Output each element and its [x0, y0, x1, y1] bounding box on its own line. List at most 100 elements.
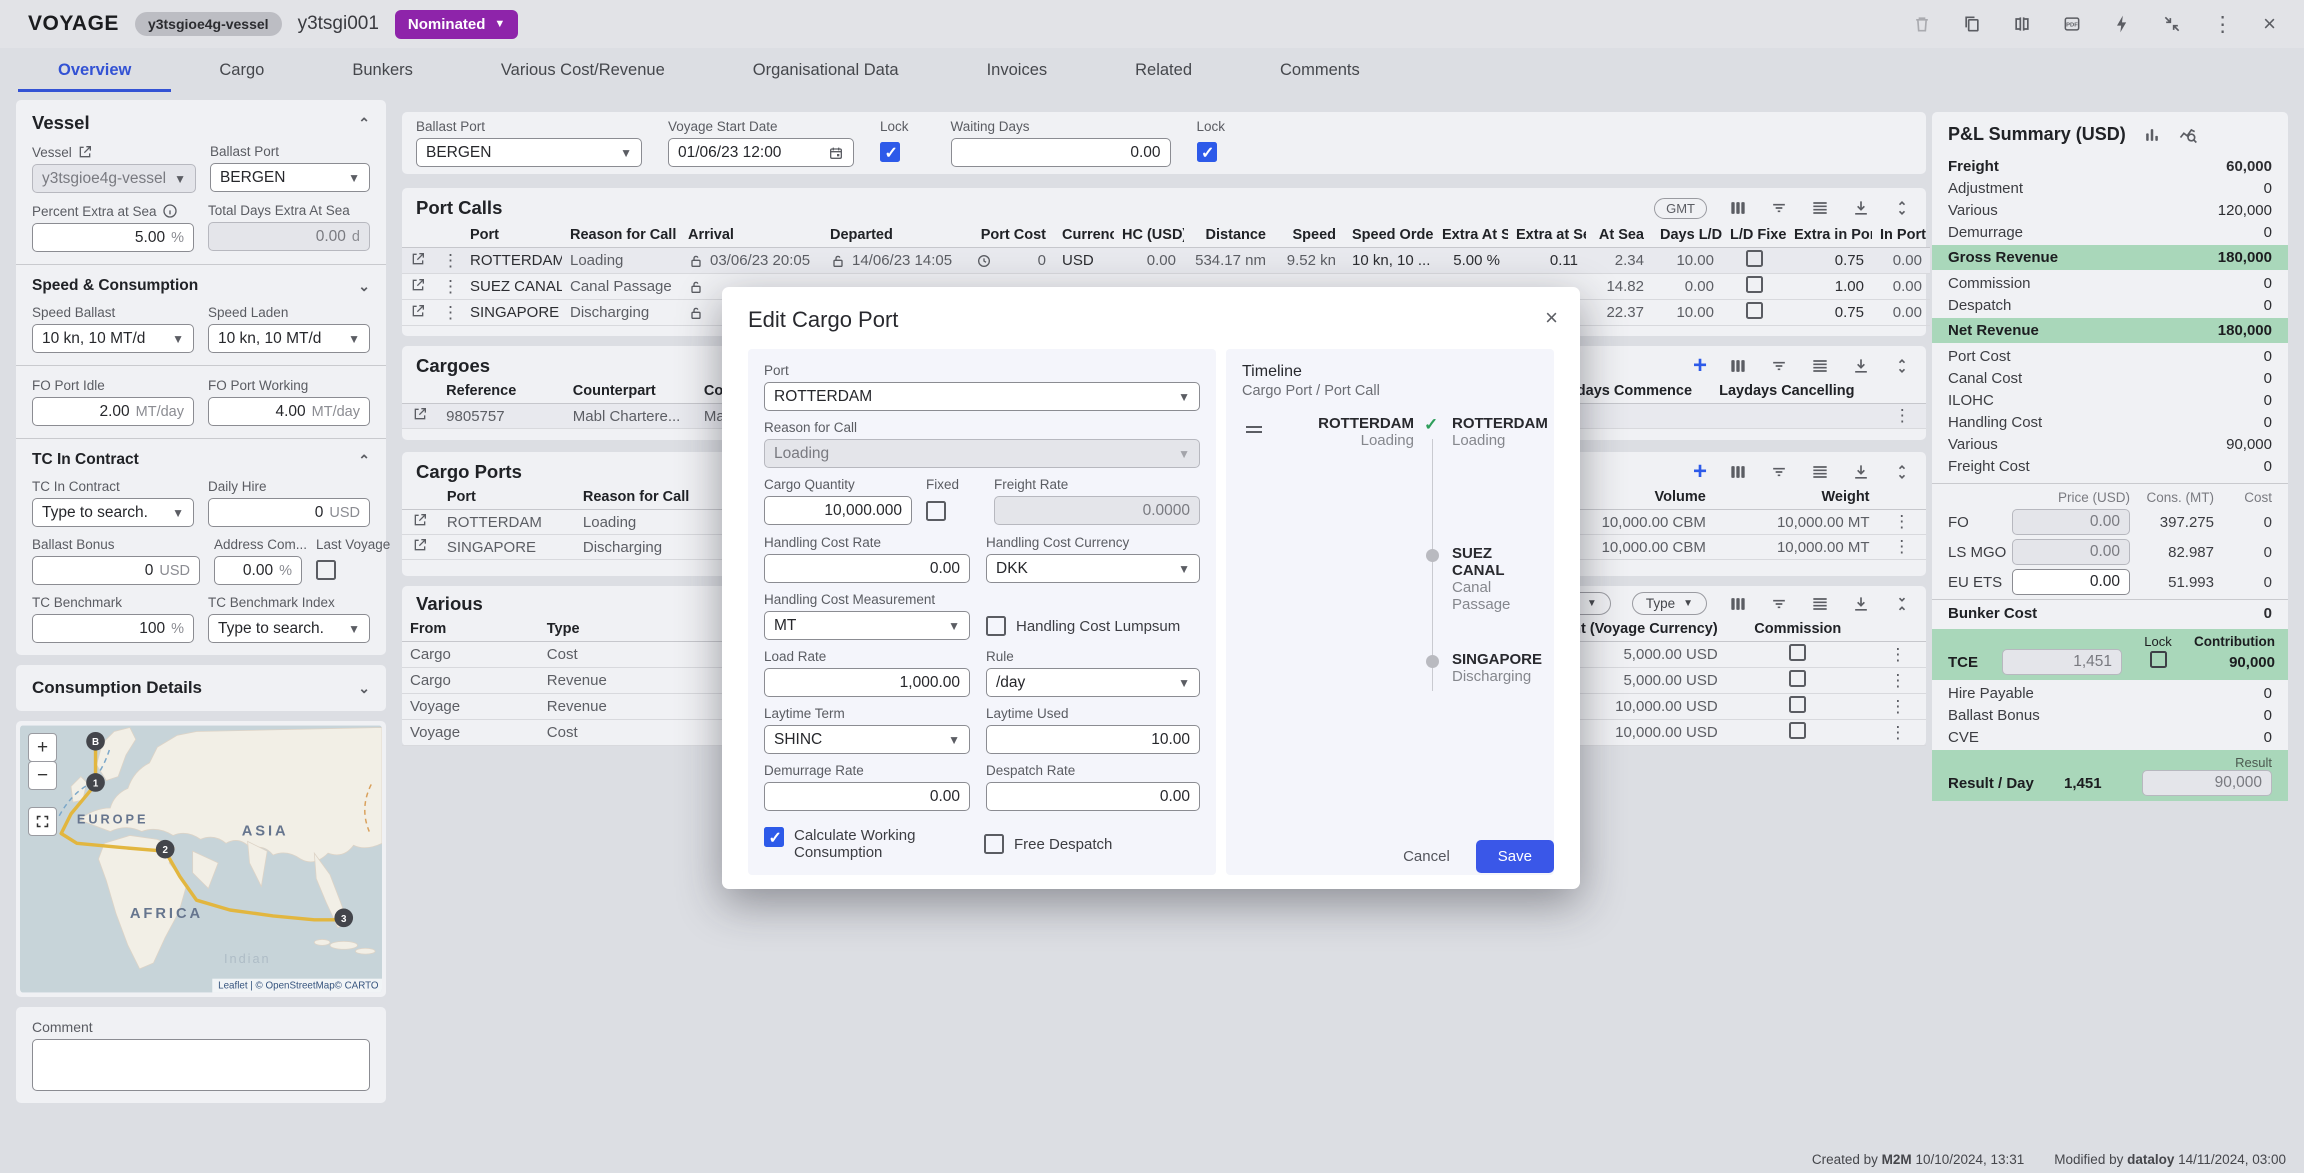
calendar-icon[interactable] — [828, 145, 844, 161]
ld-fixed-checkbox[interactable] — [1746, 250, 1763, 267]
col-port[interactable]: Port — [439, 485, 575, 510]
waiting-days-input[interactable]: 0.00 — [951, 138, 1171, 167]
handling-cost-measurement-select[interactable]: MT▼ — [764, 611, 970, 640]
add-cargo-button[interactable]: + — [1693, 357, 1707, 375]
open-row-icon[interactable] — [410, 277, 426, 293]
bar-chart-icon[interactable] — [2142, 125, 2162, 145]
row-menu-icon[interactable]: ⋮ — [442, 251, 459, 270]
handling-cost-rate-input[interactable]: 0.00 — [764, 554, 970, 583]
timeline-source-item[interactable]: ROTTERDAM Loading — [1272, 415, 1414, 449]
row-density-icon[interactable] — [1810, 594, 1830, 614]
calculate-working-consumption-checkbox[interactable] — [764, 827, 784, 847]
map-canvas[interactable]: EUROPE ASIA AFRICA Indian B 1 2 3 Leafle… — [20, 725, 382, 993]
col-port-cost[interactable]: Port Cost — [968, 223, 1054, 248]
filter-icon[interactable] — [1769, 594, 1789, 614]
tce-lock-checkbox[interactable] — [2150, 651, 2167, 668]
free-despatch-checkbox[interactable] — [984, 834, 1004, 854]
flash-icon[interactable] — [2112, 14, 2132, 34]
row-menu-icon[interactable]: ⋮ — [1894, 406, 1911, 425]
row-menu-icon[interactable]: ⋮ — [442, 303, 459, 322]
laytime-used-input[interactable]: 10.00 — [986, 725, 1200, 754]
rule-select[interactable]: /day▼ — [986, 668, 1200, 697]
laytime-term-select[interactable]: SHINC▼ — [764, 725, 970, 754]
load-rate-input[interactable]: 1,000.00 — [764, 668, 970, 697]
tab-invoices[interactable]: Invoices — [943, 48, 1092, 92]
row-menu-icon[interactable]: ⋮ — [1889, 697, 1906, 716]
tab-comments[interactable]: Comments — [1236, 48, 1404, 92]
commission-checkbox[interactable] — [1789, 670, 1806, 687]
col-currency[interactable]: Currency — [1054, 223, 1114, 248]
row-menu-icon[interactable]: ⋮ — [1889, 671, 1906, 690]
commission-checkbox[interactable] — [1789, 696, 1806, 713]
commission-checkbox[interactable] — [1789, 722, 1806, 739]
tc-benchmark-index-select[interactable]: Type to search.▼ — [208, 614, 370, 643]
speed-laden-select[interactable]: 10 kn, 10 MT/d▼ — [208, 324, 370, 353]
row-density-icon[interactable] — [1810, 356, 1830, 376]
euets-price-input[interactable]: 0.00 — [2012, 569, 2130, 595]
open-row-icon[interactable] — [412, 512, 428, 528]
port-select[interactable]: ROTTERDAM▼ — [764, 382, 1200, 411]
col-speed-order[interactable]: Speed Order% — [1344, 223, 1434, 248]
download-icon[interactable] — [1851, 198, 1871, 218]
pdf-icon[interactable]: PDF — [2062, 14, 2082, 34]
col-speed[interactable]: Speed — [1274, 223, 1344, 248]
cancel-button[interactable]: Cancel — [1403, 848, 1450, 865]
demurrage-rate-input[interactable]: 0.00 — [764, 782, 970, 811]
col-ld-fixed[interactable]: L/D Fixed — [1722, 223, 1786, 248]
waiting-days-lock-checkbox[interactable] — [1197, 142, 1217, 162]
col-counterpart[interactable]: Counterpart — [565, 379, 696, 404]
drag-handle[interactable] — [1246, 423, 1262, 436]
tc-benchmark-input[interactable]: 100% — [32, 614, 194, 643]
col-distance[interactable]: Distance — [1184, 223, 1274, 248]
col-extra-in-port[interactable]: Extra in Port — [1786, 223, 1872, 248]
map-fullscreen-button[interactable] — [28, 807, 57, 836]
fo-port-working-input[interactable]: 4.00MT/day — [208, 397, 370, 426]
col-from[interactable]: From — [402, 617, 539, 642]
date-lock-checkbox[interactable] — [880, 142, 900, 162]
comment-textarea[interactable] — [32, 1039, 370, 1091]
download-icon[interactable] — [1851, 462, 1871, 482]
lock-icon[interactable] — [688, 305, 704, 321]
tab-organisational-data[interactable]: Organisational Data — [709, 48, 943, 92]
open-row-icon[interactable] — [412, 406, 428, 422]
line-chart-search-icon[interactable] — [2178, 125, 2198, 145]
columns-icon[interactable] — [1728, 356, 1748, 376]
open-row-icon[interactable] — [410, 303, 426, 319]
address-commission-input[interactable]: 0.00% — [214, 556, 302, 585]
row-density-icon[interactable] — [1810, 462, 1830, 482]
col-in-port[interactable]: In Port — [1872, 223, 1930, 248]
row-menu-icon[interactable]: ⋮ — [1893, 537, 1910, 556]
row-density-icon[interactable] — [1810, 198, 1830, 218]
map-zoom-out-button[interactable]: − — [28, 761, 57, 790]
speed-ballast-select[interactable]: 10 kn, 10 MT/d▼ — [32, 324, 194, 353]
copy-icon[interactable] — [1962, 14, 1982, 34]
sort-chevrons-icon[interactable] — [1892, 356, 1912, 376]
col-type[interactable]: Type — [539, 617, 725, 642]
col-commission[interactable]: Commission — [1726, 617, 1870, 642]
ballast-bonus-input[interactable]: 0USD — [32, 556, 200, 585]
col-days-ld[interactable]: Days L/D — [1652, 223, 1722, 248]
compare-icon[interactable] — [2012, 14, 2032, 34]
handling-cost-currency-select[interactable]: DKK▼ — [986, 554, 1200, 583]
ld-fixed-checkbox[interactable] — [1746, 302, 1763, 319]
columns-icon[interactable] — [1728, 594, 1748, 614]
commission-checkbox[interactable] — [1789, 644, 1806, 661]
tab-bunkers[interactable]: Bunkers — [308, 48, 457, 92]
tc-contract-select[interactable]: Type to search.▼ — [32, 498, 194, 527]
type-filter[interactable]: Type▼ — [1632, 592, 1707, 615]
lock-icon[interactable] — [688, 253, 704, 269]
percent-extra-input[interactable]: 5.00% — [32, 223, 194, 252]
open-row-icon[interactable] — [412, 537, 428, 553]
timeline-item[interactable]: SUEZ CANAL Canal Passage — [1452, 545, 1538, 613]
timeline-item[interactable]: ROTTERDAM Loading — [1452, 415, 1548, 449]
filter-icon[interactable] — [1769, 356, 1789, 376]
close-icon[interactable]: × — [1545, 305, 1558, 331]
last-voyage-checkbox[interactable] — [316, 560, 336, 580]
close-icon[interactable]: × — [2263, 11, 2276, 37]
col-departed[interactable]: Departed — [822, 223, 968, 248]
columns-icon[interactable] — [1728, 198, 1748, 218]
col-weight[interactable]: Weight — [1714, 485, 1878, 510]
sort-chevrons-icon[interactable] — [1892, 462, 1912, 482]
col-extra-at-s[interactable]: Extra At S... — [1434, 223, 1508, 248]
ballast-port-select[interactable]: BERGEN▼ — [210, 163, 370, 192]
